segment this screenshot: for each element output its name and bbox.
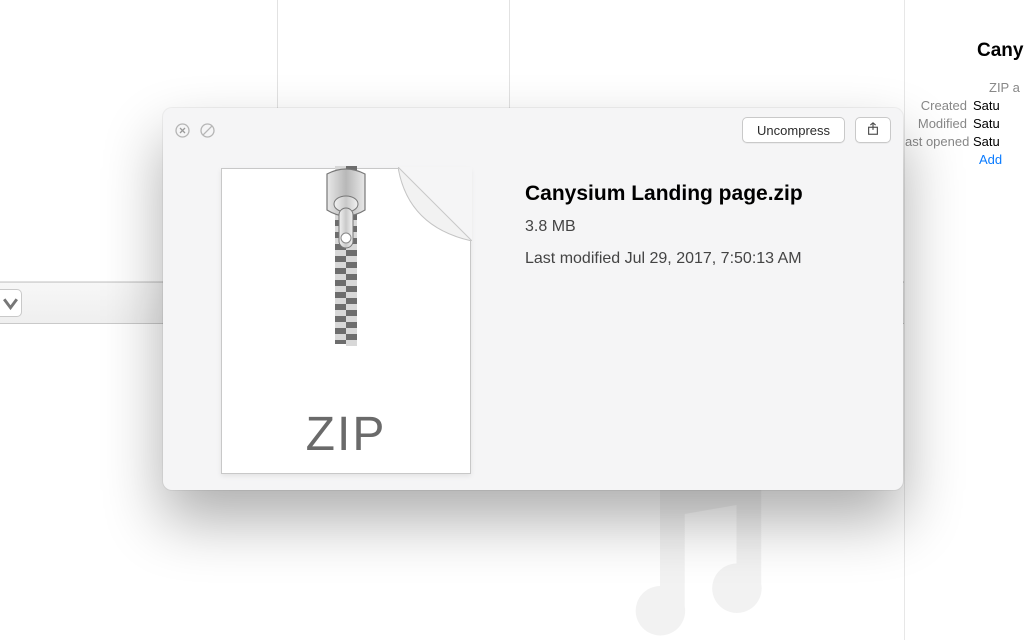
inspector-modified-value: Satu (973, 116, 1000, 131)
inspector-opened-label: ast opened (905, 134, 973, 149)
file-info: Canysium Landing page.zip 3.8 MB Last mo… (471, 168, 803, 464)
inspector-title: Canys (905, 40, 1024, 62)
add-tags-link[interactable]: Add (905, 152, 1024, 167)
file-last-modified: Last modified Jul 29, 2017, 7:50:13 AM (525, 250, 803, 268)
zipper-icon (315, 166, 377, 346)
disabled-button (200, 123, 215, 138)
uncompress-button[interactable]: Uncompress (742, 117, 845, 143)
quicklook-panel: Uncompress (163, 108, 903, 490)
pathbar-dropdown[interactable] (0, 289, 22, 317)
inspector-opened-value: Satu (973, 134, 1000, 149)
window-controls (175, 123, 215, 138)
inspector-kind: ZIP a (905, 80, 1024, 95)
zip-badge-label: ZIP (221, 407, 471, 462)
panel-header: Uncompress (163, 108, 903, 152)
inspector-created-value: Satu (973, 98, 1000, 113)
inspector-opened-row: ast opened Satu (905, 134, 1024, 149)
inspector-panel: Canys ZIP a Created Satu Modified Satu a… (904, 0, 1024, 640)
panel-body: ZIP Canysium Landing page.zip 3.8 MB Las… (163, 152, 903, 490)
close-button[interactable] (175, 123, 190, 138)
share-icon (866, 122, 880, 139)
page-fold-icon (398, 167, 472, 241)
inspector-created-label: Created (905, 98, 973, 113)
inspector-modified-row: Modified Satu (905, 116, 1024, 131)
inspector-modified-label: Modified (905, 116, 973, 131)
file-name: Canysium Landing page.zip (525, 182, 803, 206)
file-size: 3.8 MB (525, 218, 803, 236)
share-button[interactable] (855, 117, 891, 143)
zip-file-icon: ZIP (221, 168, 471, 474)
inspector-created-row: Created Satu (905, 98, 1024, 113)
